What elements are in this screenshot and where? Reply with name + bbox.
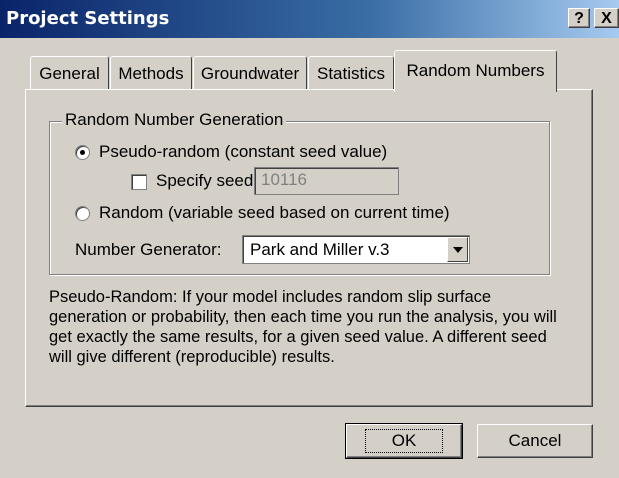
window-title: Project Settings: [6, 8, 170, 29]
ok-button[interactable]: OK: [345, 423, 463, 459]
cancel-button[interactable]: Cancel: [477, 424, 593, 458]
chevron-down-icon[interactable]: [447, 237, 468, 262]
help-button[interactable]: ?: [568, 8, 590, 28]
number-generator-value: Park and Miller v.3: [250, 240, 390, 259]
tab-groundwater[interactable]: Groundwater: [193, 56, 307, 90]
close-button[interactable]: X: [594, 8, 619, 28]
specify-seed-label[interactable]: Specify seed: [156, 171, 253, 191]
number-generator-label: Number Generator:: [75, 240, 222, 259]
group-label: Random Number Generation: [62, 110, 287, 130]
description-text: Pseudo-Random: If your model includes ra…: [49, 288, 557, 366]
pseudo-random-label[interactable]: Pseudo-random (constant seed value): [99, 142, 387, 162]
tab-statistics[interactable]: Statistics: [308, 56, 394, 90]
seed-input[interactable]: 10116: [254, 167, 399, 195]
pseudo-random-radio[interactable]: [75, 145, 90, 160]
ok-button-label: OK: [364, 429, 444, 453]
random-label[interactable]: Random (variable seed based on current t…: [99, 203, 450, 223]
tab-methods[interactable]: Methods: [110, 56, 192, 90]
random-radio[interactable]: [75, 206, 90, 221]
number-generator-select[interactable]: Park and Miller v.3: [242, 235, 470, 264]
title-bar: Project Settings ? X: [0, 0, 619, 38]
tab-general[interactable]: General: [30, 56, 109, 90]
specify-seed-checkbox[interactable]: [131, 174, 147, 190]
tab-random-numbers[interactable]: Random Numbers: [394, 50, 557, 92]
